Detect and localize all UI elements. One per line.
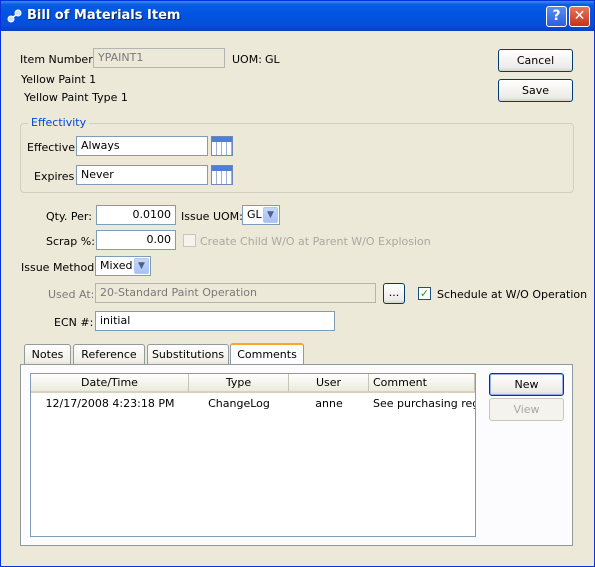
effectivity-title: Effectivity — [28, 116, 90, 129]
create-child-label: Create Child W/O at Parent W/O Explosion — [200, 235, 431, 248]
expires-date-field[interactable]: Never — [76, 165, 208, 185]
chevron-down-icon[interactable]: ▼ — [263, 207, 278, 223]
used-at-label: Used At: — [48, 288, 95, 301]
comments-table[interactable]: Date/Time Type User Comment 12/17/2008 4… — [30, 373, 476, 537]
close-button[interactable]: ✕ — [569, 6, 590, 27]
column-header-user[interactable]: User — [289, 374, 369, 393]
column-header-comment[interactable]: Comment — [369, 374, 475, 393]
schedule-label: Schedule at W/O Operation — [437, 288, 588, 301]
issue-method-label: Issue Method: — [21, 261, 98, 274]
schedule-checkbox[interactable]: ✓ — [418, 287, 431, 300]
row-datetime: 12/17/2008 4:23:18 PM — [45, 397, 175, 410]
used-at-browse-button[interactable]: ... — [383, 283, 405, 304]
window-title: Bill of Materials Item — [27, 8, 181, 23]
save-button[interactable]: Save — [498, 79, 573, 102]
view-comment-button[interactable]: View — [489, 398, 564, 421]
new-comment-button[interactable]: New — [489, 373, 564, 396]
row-user: anne — [315, 397, 343, 410]
expires-label: Expires — [34, 170, 75, 183]
item-description1: Yellow Paint 1 — [21, 73, 97, 86]
help-button[interactable]: ? — [546, 6, 567, 27]
ecn-field[interactable]: initial — [95, 311, 335, 331]
create-child-checkbox[interactable] — [183, 234, 196, 247]
scrap-label: Scrap %: — [46, 235, 95, 248]
table-row[interactable]: 12/17/2008 4:23:18 PM ChangeLog anne See… — [31, 396, 475, 412]
checkmark-icon: ✓ — [419, 287, 430, 300]
column-header-datetime[interactable]: Date/Time — [31, 374, 189, 393]
bom-icon — [7, 9, 22, 23]
issue-uom-value: GL — [247, 208, 262, 221]
item-number-label: Item Number: — [20, 53, 97, 66]
column-header-type[interactable]: Type — [189, 374, 289, 393]
qty-per-label: Qty. Per: — [46, 210, 92, 223]
issue-method-value: Mixed — [100, 259, 133, 272]
uom-value: GL — [265, 53, 280, 66]
issue-uom-select[interactable]: GL ▼ — [242, 205, 280, 225]
cancel-button[interactable]: Cancel — [498, 49, 573, 72]
bom-item-window: Bill of Materials Item ? ✕ Item Number: … — [0, 0, 595, 567]
tab-comments[interactable]: Comments — [230, 343, 304, 366]
row-comment: See purchasing reg... — [373, 397, 475, 410]
calendar-icon[interactable] — [211, 165, 233, 185]
scrap-field[interactable]: 0.00 — [96, 230, 176, 250]
title-bar[interactable]: Bill of Materials Item ? ✕ — [1, 1, 594, 31]
uom-label: UOM: — [232, 53, 262, 66]
item-description2: Yellow Paint Type 1 — [24, 91, 128, 104]
comments-panel: Date/Time Type User Comment 12/17/2008 4… — [20, 364, 573, 546]
effective-date-field[interactable]: Always — [76, 136, 208, 156]
calendar-icon[interactable] — [211, 136, 233, 156]
qty-per-field[interactable]: 0.0100 — [96, 205, 176, 225]
chevron-down-icon[interactable]: ▼ — [134, 258, 149, 274]
effective-label: Effective — [27, 141, 75, 154]
row-type: ChangeLog — [208, 397, 270, 410]
issue-uom-label: Issue UOM: — [181, 210, 243, 223]
ecn-label: ECN #: — [54, 316, 94, 329]
used-at-field[interactable]: 20-Standard Paint Operation — [95, 283, 376, 303]
tab-reference[interactable]: Reference — [73, 344, 145, 365]
tab-notes[interactable]: Notes — [24, 344, 71, 365]
issue-method-select[interactable]: Mixed ▼ — [95, 256, 151, 276]
tab-substitutions[interactable]: Substitutions — [147, 344, 229, 365]
item-number-field[interactable]: YPAINT1 — [93, 48, 225, 68]
